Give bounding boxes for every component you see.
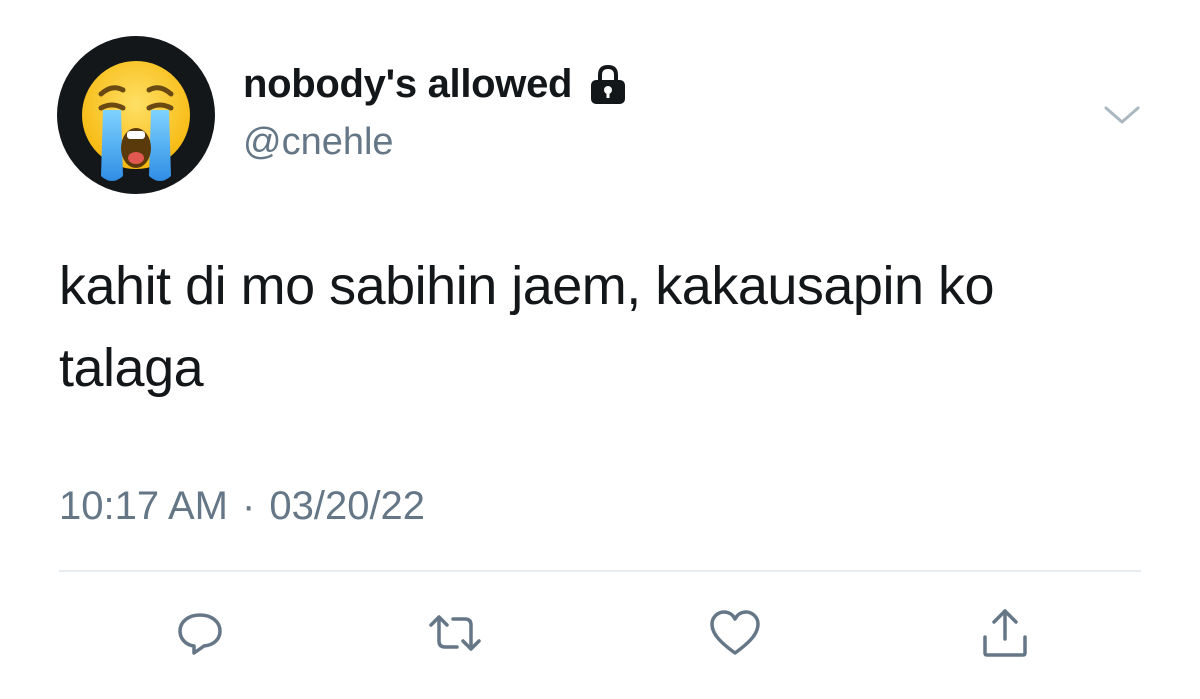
reply-button[interactable] — [165, 598, 235, 668]
like-button[interactable] — [700, 598, 770, 668]
display-name-text: nobody's allowed — [243, 62, 573, 106]
user-handle[interactable]: @cnehle — [243, 121, 394, 164]
tweet-time: 10:17 AM — [59, 484, 229, 528]
retweet-button[interactable] — [420, 598, 490, 668]
reply-icon — [178, 613, 222, 655]
tweet-text: kahit di mo sabihin jaem, kakausapin ko … — [59, 256, 995, 398]
timestamp-separator: · — [242, 484, 256, 528]
loudly-crying-face-icon — [82, 61, 190, 181]
action-bar — [0, 598, 1200, 668]
tweet-date: 03/20/22 — [269, 484, 426, 528]
retweet-icon — [429, 615, 481, 651]
divider — [59, 570, 1141, 572]
avatar[interactable] — [57, 36, 215, 194]
heart-icon — [710, 610, 760, 655]
tweet-timestamp[interactable]: 10:17 AM · 03/20/22 — [59, 484, 425, 529]
lock-icon — [591, 64, 626, 104]
share-button[interactable] — [970, 598, 1040, 668]
chevron-down-icon[interactable] — [1100, 100, 1144, 130]
display-name[interactable]: nobody's allowed — [243, 62, 630, 107]
share-icon — [983, 609, 1027, 657]
